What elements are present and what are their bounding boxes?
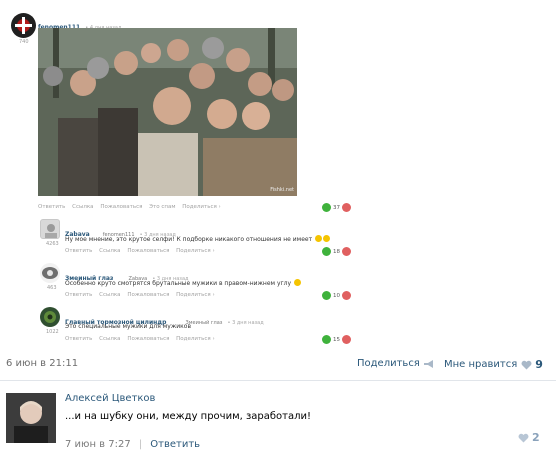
meta-separator: | <box>138 439 143 450</box>
comment-text: Ну мое мнение, это крутое селфи! К подбо… <box>65 235 331 243</box>
comment-text-body: Особенно круто смотрятся брутальные мужи… <box>65 280 292 287</box>
share-link[interactable]: Поделиться › <box>182 204 221 210</box>
heart-icon <box>518 433 529 442</box>
reply-button[interactable]: Ответить <box>150 439 200 450</box>
share-button[interactable]: Поделиться <box>357 358 435 369</box>
smile-icon <box>315 235 323 242</box>
permalink-link[interactable]: Ссылка <box>99 292 120 298</box>
permalink-link[interactable]: Ссылка <box>72 204 93 210</box>
dislike-icon[interactable] <box>342 203 351 212</box>
report-link[interactable]: Пожаловаться <box>127 292 169 298</box>
avatar-photo <box>6 393 56 443</box>
post-rating: 37 <box>322 203 351 212</box>
comment-text: Особенно круто смотрятся брутальные мужи… <box>65 279 301 287</box>
like-icon[interactable] <box>322 335 331 344</box>
share-label: Поделиться <box>357 358 420 369</box>
dislike-icon[interactable] <box>342 291 351 300</box>
comment-avatar[interactable] <box>40 219 60 239</box>
like-label: Мне нравится <box>444 359 518 370</box>
image-watermark: Fishki.net <box>270 187 294 193</box>
dislike-icon[interactable] <box>342 335 351 344</box>
comment-avatar[interactable] <box>40 263 60 283</box>
avatar-image <box>42 267 58 279</box>
post-rating-count: 37 <box>333 204 340 211</box>
commenter-avatar[interactable] <box>6 393 56 443</box>
smile-icon <box>294 279 301 286</box>
like-count: 9 <box>535 358 543 371</box>
reply-link[interactable]: Ответить <box>38 204 65 210</box>
like-icon[interactable] <box>322 247 331 256</box>
like-button[interactable]: Мне нравится 9 <box>444 358 543 371</box>
divider <box>0 380 556 381</box>
comment-text-body: Это специальные мужики для мужиков <box>65 323 191 330</box>
group-selfie-photo <box>38 28 297 196</box>
comment-rating: 10 <box>322 291 351 300</box>
post-image[interactable]: Fishki.net <box>38 28 297 196</box>
spam-link[interactable]: Это спам <box>149 204 175 210</box>
share-link[interactable]: Поделиться › <box>176 292 215 298</box>
avatar-id: 740 <box>19 39 29 45</box>
report-link[interactable]: Пожаловаться <box>127 248 169 254</box>
comment-rating: 18 <box>322 247 351 256</box>
like-icon[interactable] <box>322 291 331 300</box>
reply-link[interactable]: Ответить <box>65 292 92 298</box>
share-link[interactable]: Поделиться › <box>176 248 215 254</box>
comment-meta: 7 июн в 7:27 | Ответить <box>65 432 200 451</box>
comment-rating-count: 15 <box>333 336 340 343</box>
post-date[interactable]: 6 июн в 21:11 <box>6 358 78 369</box>
avatar-image <box>44 311 56 323</box>
avatar-image <box>45 224 57 238</box>
comment-text: Это специальные мужики для мужиков <box>65 323 191 330</box>
permalink-link[interactable]: Ссылка <box>99 248 120 254</box>
megaphone-icon <box>423 359 433 368</box>
avatar-id: 463 <box>47 285 57 291</box>
permalink-link[interactable]: Ссылка <box>99 336 120 342</box>
report-link[interactable]: Пожаловаться <box>127 336 169 342</box>
comment-rating: 15 <box>322 335 351 344</box>
heart-icon <box>521 360 532 369</box>
comment-body: ...и на шубку они, между прочим, заработ… <box>65 411 312 422</box>
report-link[interactable]: Пожаловаться <box>100 204 142 210</box>
comment-time: 3 дня назад <box>232 320 264 326</box>
comment-avatar[interactable] <box>40 307 60 327</box>
comment-actions: Ответить Ссылка Пожаловаться Поделиться … <box>65 248 220 254</box>
like-icon[interactable] <box>322 203 331 212</box>
user-avatar[interactable] <box>11 13 36 38</box>
comment-date[interactable]: 7 июн в 7:27 <box>65 439 131 450</box>
comment-actions: Ответить Ссылка Пожаловаться Поделиться … <box>65 292 220 298</box>
commenter-name[interactable]: Алексей Цветков <box>65 393 155 404</box>
reply-to[interactable]: Змеиный глаз <box>186 320 223 326</box>
avatar-id: 4263 <box>46 241 59 247</box>
smile-icon <box>323 235 331 242</box>
comment-rating-count: 10 <box>333 292 340 299</box>
comment-like[interactable]: 2 <box>518 431 540 444</box>
reply-link[interactable]: Ответить <box>65 248 92 254</box>
comment-rating-count: 18 <box>333 248 340 255</box>
reply-link[interactable]: Ответить <box>65 336 92 342</box>
comment-text-body: Ну мое мнение, это крутое селфи! К подбо… <box>65 236 313 243</box>
avatar-id: 1022 <box>46 329 59 335</box>
comment-actions: Ответить Ссылка Пожаловаться Поделиться … <box>65 336 220 342</box>
comment-like-count: 2 <box>532 431 540 444</box>
dislike-icon[interactable] <box>342 247 351 256</box>
share-link[interactable]: Поделиться › <box>176 336 215 342</box>
post-actions: Ответить Ссылка Пожаловаться Это спам По… <box>38 204 226 210</box>
